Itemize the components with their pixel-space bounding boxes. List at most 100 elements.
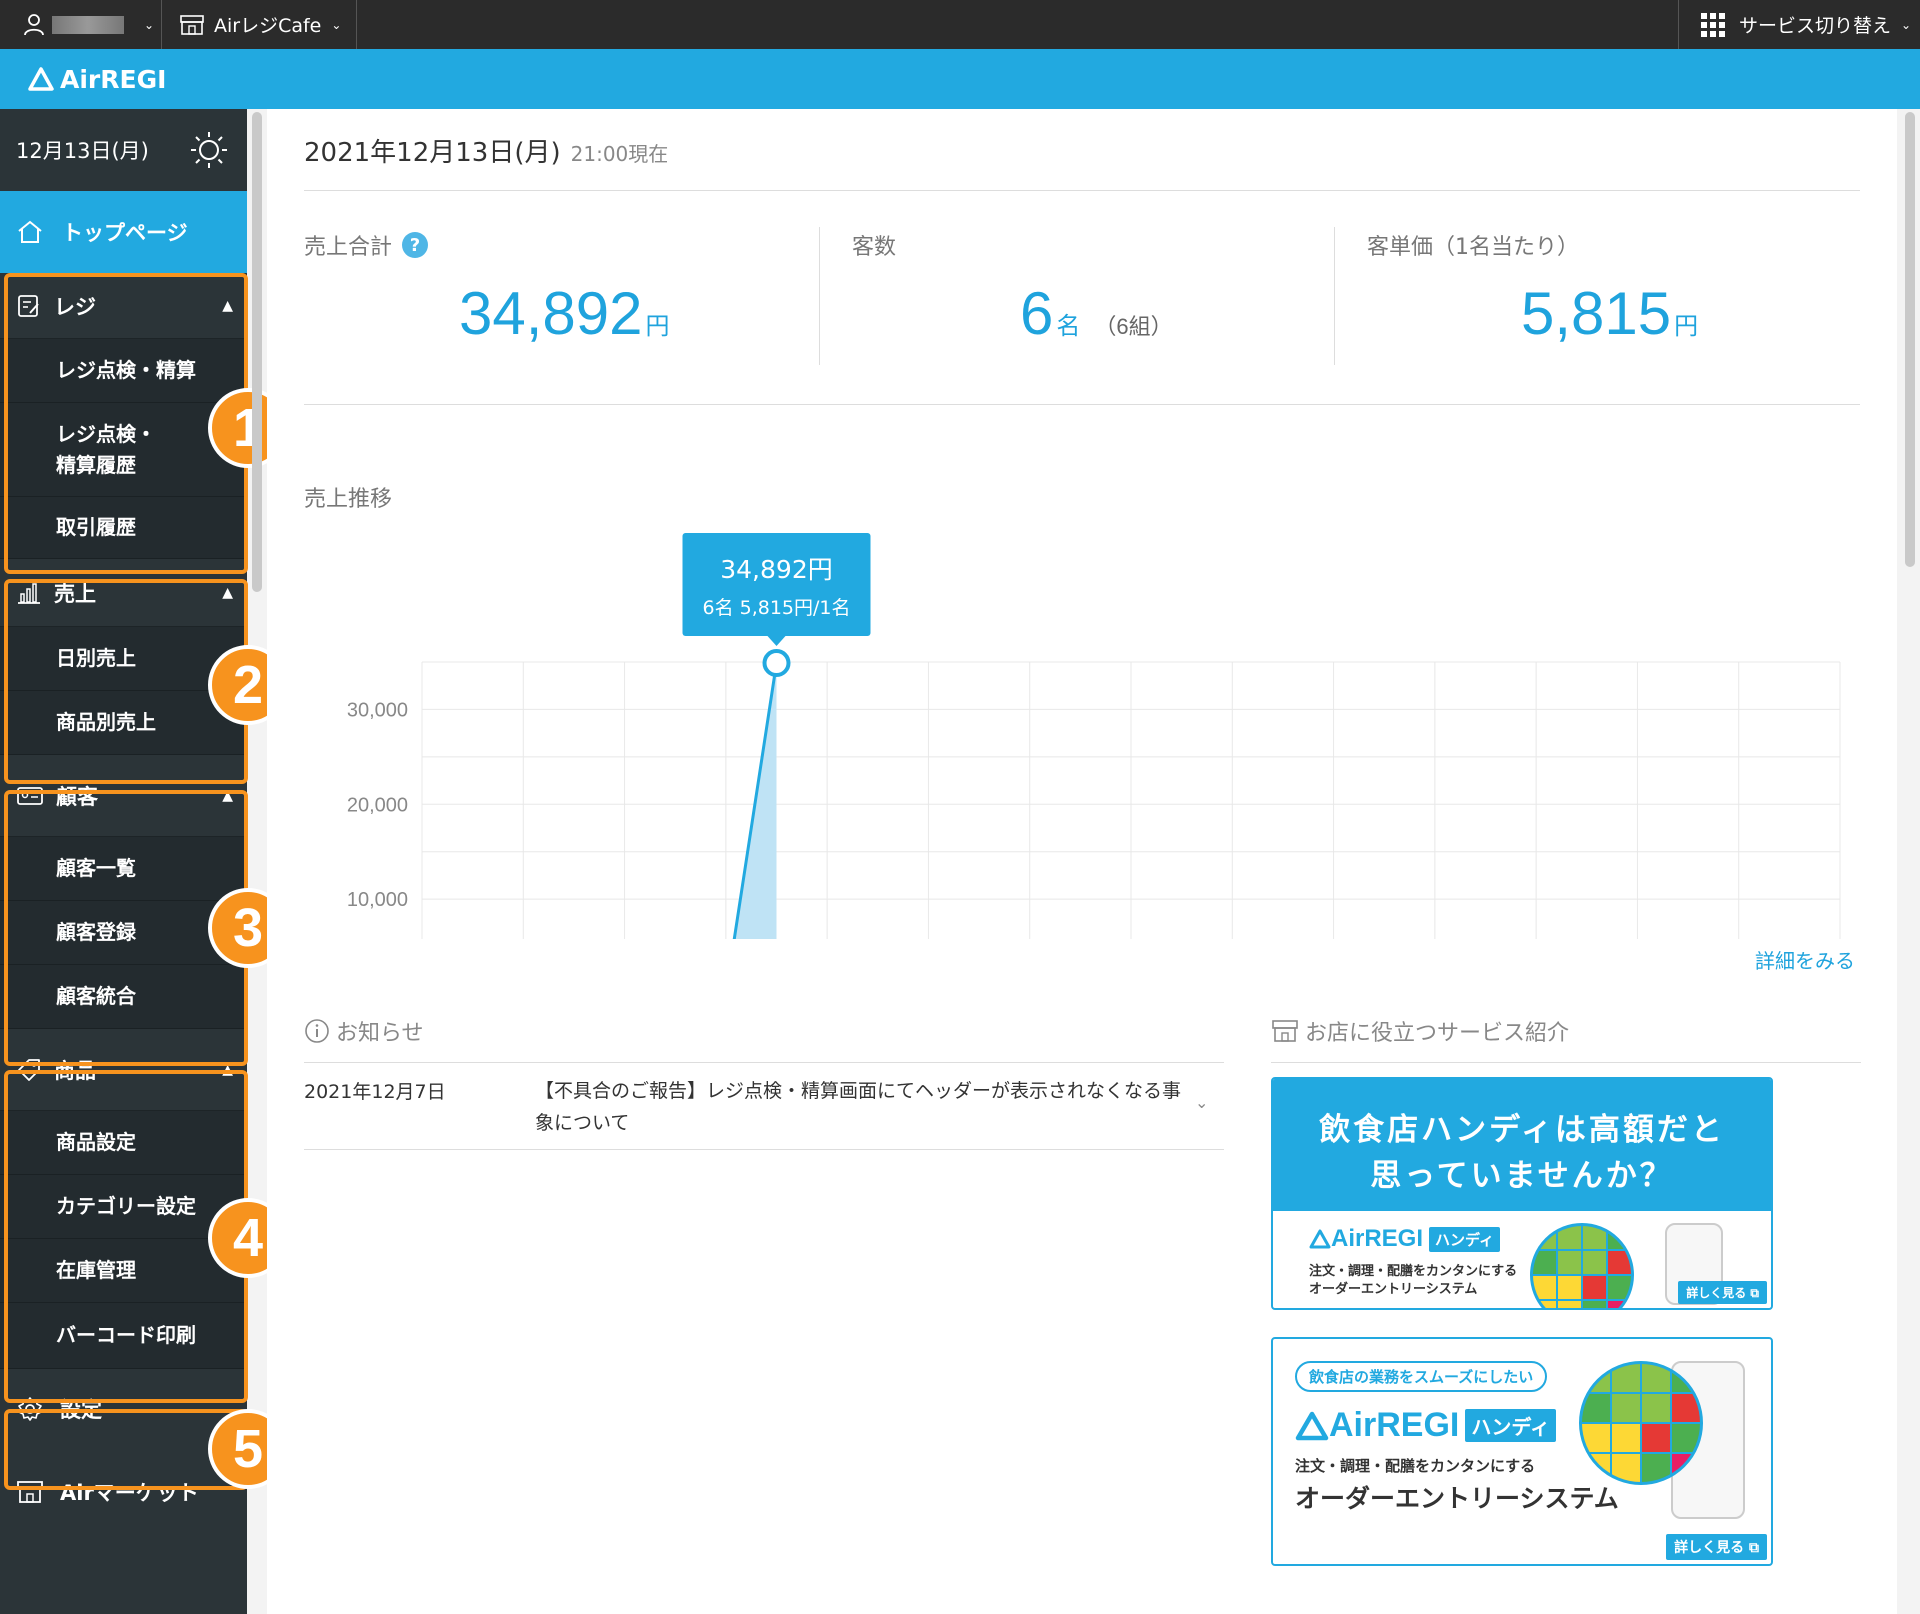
tooltip-line1: 34,892円 xyxy=(720,555,832,584)
sidebar-item-label: 取引履歴 xyxy=(56,515,136,539)
sidebar-head-label: 商品 xyxy=(54,1058,96,1083)
apps-grid-icon xyxy=(1701,12,1725,37)
detail-link[interactable]: 詳細をみる xyxy=(1755,945,1855,974)
airregi-triangle-icon xyxy=(28,67,54,91)
sidebar-item-customer-list[interactable]: 顧客一覧 xyxy=(0,837,247,901)
handy-screen-graphic xyxy=(1579,1361,1703,1485)
user-menu[interactable]: ⌄ xyxy=(0,0,162,49)
kpi-number: 34,892 xyxy=(459,280,643,347)
news-date: 2021年12月7日 xyxy=(304,1081,446,1103)
sidebar-head-register[interactable]: レジ ▲ xyxy=(0,273,247,339)
banner-more-button[interactable]: 詳しく見る ⧉ xyxy=(1666,1534,1767,1560)
banner-tag: ハンディ xyxy=(1465,1409,1556,1442)
tooltip-arrow xyxy=(767,636,786,647)
divider xyxy=(1271,1062,1861,1063)
banner-headline: 飲食店ハンディは高額だと 思っていませんか？ xyxy=(1273,1079,1771,1211)
banner-body: AirREGI ハンディ 注文・調理・配膳をカンタンにする オーダーエントリーシス… xyxy=(1309,1225,1517,1299)
chevron-down-icon: ⌄ xyxy=(1901,17,1912,32)
store-name: AirレジCafe xyxy=(214,15,322,37)
home-icon xyxy=(18,220,42,243)
brand-name: AirREGI xyxy=(60,64,167,94)
banner-pill: 飲食店の業務をスムーズにしたい xyxy=(1295,1361,1548,1392)
banner-logo-text: AirREGI xyxy=(1331,1225,1424,1252)
banner-more-button[interactable]: 詳しく見る ⧉ xyxy=(1678,1281,1767,1304)
kpi-groups: （6組） xyxy=(1094,314,1173,339)
sidebar-item-label: 精算履歴 xyxy=(56,452,136,477)
sidebar-item-label: レジ点検・精算 xyxy=(56,358,196,382)
sidebar-scrollbar[interactable] xyxy=(252,112,262,592)
news-text: 【不具合のご報告】レジ点検・精算画面にてヘッダーが表示されなくなる事象について xyxy=(535,1080,1182,1134)
divider xyxy=(819,227,820,365)
sidebar-item-barcode-print[interactable]: バーコード印刷 xyxy=(0,1303,247,1369)
chevron-up-icon: ▲ xyxy=(222,1061,233,1078)
store-icon xyxy=(1272,1020,1298,1042)
tag-icon xyxy=(18,1058,40,1081)
sidebar-item-register-check[interactable]: レジ点検・精算 xyxy=(0,339,247,403)
register-icon xyxy=(18,294,39,317)
gear-icon xyxy=(18,1397,42,1421)
sidebar-head-customers[interactable]: 顧客 ▲ xyxy=(0,755,247,837)
kpi-customers: 客数 6 名 （6組） xyxy=(852,229,1332,369)
kpi-sales-label: 売上合計 xyxy=(304,235,393,260)
divider xyxy=(304,1062,1224,1063)
kpi-average: 客単価（1名当たり） 5,815 円 xyxy=(1367,229,1847,369)
sidebar-item-label: トップページ xyxy=(62,221,188,245)
service-banner-2[interactable]: 飲食店の業務をスムーズにしたい AirREGI ハンディ 注文・調理・配膳をカンタ… xyxy=(1271,1337,1773,1566)
main-scrollbar[interactable] xyxy=(1905,112,1915,567)
sidebar-item-product-sales[interactable]: 商品別売上 xyxy=(0,691,247,755)
kpi-unit: 円 xyxy=(645,313,670,340)
y-tick-label: 30,000 xyxy=(347,699,408,721)
kpi-customers-value: 6 名 （6組） xyxy=(1020,279,1173,348)
sidebar-item-transaction-history[interactable]: 取引履歴 xyxy=(0,497,247,559)
store-icon xyxy=(180,14,204,35)
banner-desc: オーダーエントリーシステム xyxy=(1295,1484,1619,1513)
divider xyxy=(304,1149,1224,1150)
service-banner-1[interactable]: 飲食店ハンディは高額だと 思っていませんか？ AirREGI ハンディ 注文・調理… xyxy=(1271,1077,1773,1310)
sidebar-section-customers: 顧客 ▲ 顧客一覧 顧客登録 顧客統合 xyxy=(0,755,247,1029)
series-line xyxy=(732,662,778,939)
service-switch-button[interactable]: サービス切り替え ⌄ xyxy=(1678,0,1920,49)
kpi-unit: 名 xyxy=(1056,313,1081,340)
store-icon xyxy=(17,1481,43,1503)
sidebar-head-products[interactable]: 商品 ▲ xyxy=(0,1029,247,1111)
top-bar: ⌄ AirレジCafe ⌄ サービス切り替え ⌄ xyxy=(0,0,1920,49)
sidebar-section-products: 商品 ▲ 商品設定 カテゴリー設定 在庫管理 バーコード印刷 xyxy=(0,1029,247,1369)
banner-desc: 注文・調理・配膳をカンタンにする xyxy=(1295,1457,1536,1475)
help-icon[interactable]: ? xyxy=(402,232,429,258)
sidebar-head-label: 顧客 xyxy=(56,784,98,809)
sidebar-item-label: レジ点検・ xyxy=(56,421,156,446)
sidebar-item-label: 在庫管理 xyxy=(56,1258,136,1282)
sidebar-head-sales[interactable]: 売上 ▲ xyxy=(0,559,247,627)
sidebar-date: 12月13日(月) xyxy=(16,139,149,163)
store-selector[interactable]: AirレジCafe ⌄ xyxy=(162,0,357,49)
sidebar-item-top-page[interactable]: トップページ xyxy=(0,191,247,273)
divider xyxy=(1334,227,1335,365)
chevron-up-icon: ▲ xyxy=(222,584,233,601)
kpi-sales: 売上合計? 34,892 円 xyxy=(304,229,784,369)
sun-icon xyxy=(191,132,227,168)
banner-logo: AirREGI ハンディ xyxy=(1295,1406,1619,1445)
brand-bar: AirREGI xyxy=(0,49,1920,109)
banner-more-label: 詳しく見る xyxy=(1686,1286,1747,1300)
banner-headline-line: 思っていませんか？ xyxy=(1370,1158,1674,1194)
kpi-sales-value: 34,892 円 xyxy=(459,279,670,348)
banner-logo-text: AirREGI xyxy=(1329,1406,1460,1444)
chevron-up-icon: ▲ xyxy=(222,297,233,314)
divider xyxy=(304,404,1860,405)
chevron-down-icon: ⌄ xyxy=(1195,1093,1209,1112)
airregi-triangle-icon xyxy=(1309,1229,1331,1249)
as-of-time: 21:00現在 xyxy=(570,142,669,166)
sales-trend-chart: 010,00020,00030,00014:0016:0018:0020:002… xyxy=(347,533,1841,939)
services-section-title: お店に役立つサービス紹介 xyxy=(1271,1015,1569,1047)
kpi-number: 6 xyxy=(1020,280,1054,347)
airregi-logo[interactable]: AirREGI xyxy=(28,61,166,97)
main-panel: 2021年12月13日(月) 21:00現在 売上合計? 34,892 円 客数 6… xyxy=(267,109,1897,1614)
sidebar-item-customer-merge[interactable]: 顧客統合 xyxy=(0,965,247,1029)
sidebar-item-label: バーコード印刷 xyxy=(56,1323,196,1347)
sidebar-item-label: Airマーケット xyxy=(60,1481,199,1505)
sidebar-item-label: 商品設定 xyxy=(56,1130,136,1154)
sidebar-item-label: 設定 xyxy=(60,1398,102,1422)
service-switch-label: サービス切り替え xyxy=(1739,15,1892,37)
sidebar-item-product-settings[interactable]: 商品設定 xyxy=(0,1111,247,1175)
sidebar-item-label: 商品別売上 xyxy=(56,710,156,734)
